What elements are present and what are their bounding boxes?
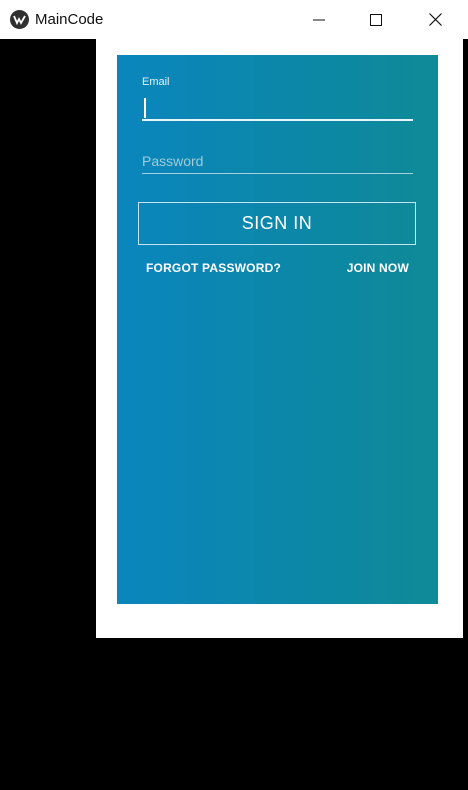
password-field[interactable] [142,148,413,174]
maximize-icon [370,13,382,26]
window-title: MainCode [35,11,104,28]
email-label: Email [142,76,170,88]
kivy-logo-icon [10,10,29,29]
title-bar: MainCode [0,0,468,39]
sign-in-button[interactable]: SIGN IN [138,202,416,245]
close-button[interactable] [406,0,464,39]
email-field[interactable] [142,91,413,121]
maximize-button[interactable] [347,0,405,39]
minimize-button[interactable] [290,0,348,39]
join-now-link[interactable]: JOIN NOW [347,261,409,275]
forgot-password-link[interactable]: FORGOT PASSWORD? [146,261,281,275]
text-cursor [144,98,146,118]
close-icon [428,13,442,26]
minimize-icon [313,19,325,20]
window-content: Email SIGN IN FORGOT PASSWORD? JOIN NOW [96,39,463,638]
login-card: Email SIGN IN FORGOT PASSWORD? JOIN NOW [117,55,438,604]
